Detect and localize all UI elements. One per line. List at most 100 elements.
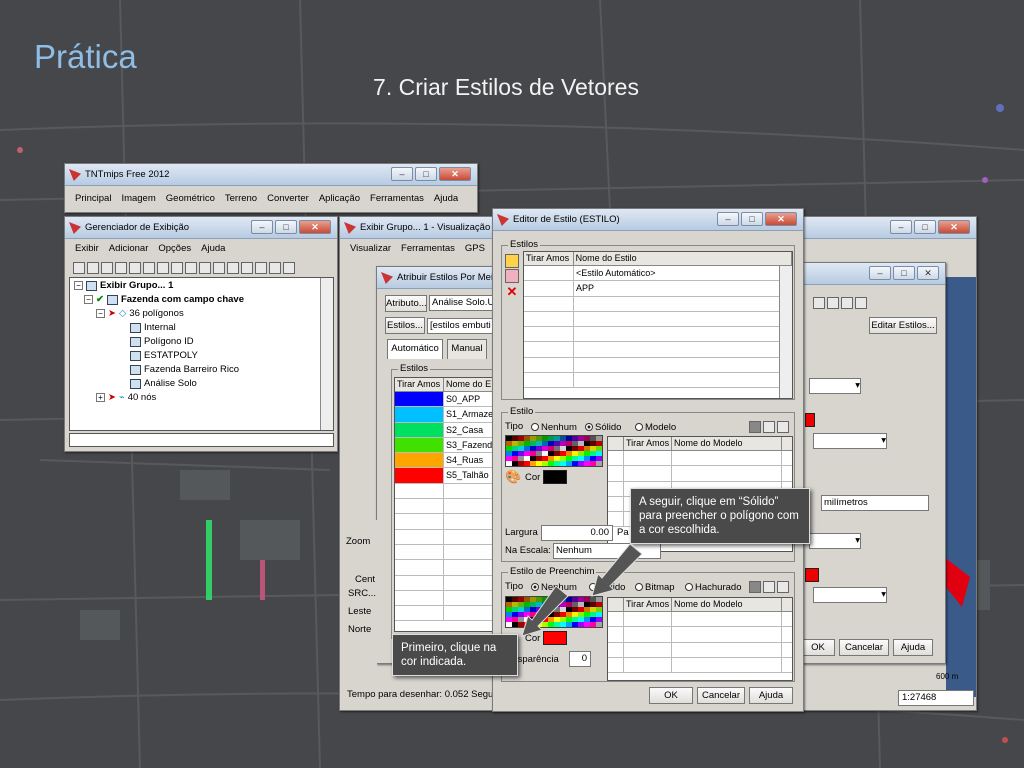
checkmark-icon[interactable]: ✔	[96, 294, 104, 305]
radio-icon[interactable]	[585, 423, 593, 432]
table-row[interactable]: S2_Casa	[395, 422, 498, 438]
legend-icon[interactable]	[283, 262, 295, 274]
maximize-button[interactable]: □	[415, 167, 437, 181]
maximize-button[interactable]: □	[275, 220, 297, 234]
menu-gps[interactable]: GPS	[465, 241, 485, 257]
radio-icon[interactable]	[531, 423, 539, 432]
line-color-palette[interactable]	[505, 435, 603, 467]
text-icon[interactable]	[269, 262, 281, 274]
menu-exibir[interactable]: Exibir	[75, 241, 99, 257]
palette-swatch[interactable]	[596, 461, 602, 466]
minimize-button[interactable]: –	[251, 220, 273, 234]
raster-icon[interactable]	[129, 262, 141, 274]
table-row[interactable]: S5_Talhão	[395, 468, 498, 484]
menu-ajuda[interactable]: Ajuda	[201, 241, 225, 257]
tree-layer[interactable]: Fazenda com campo chave	[121, 294, 244, 305]
ok-button[interactable]: OK	[801, 639, 835, 656]
style-select-1[interactable]: ▾	[809, 378, 861, 394]
minimize-button[interactable]: –	[717, 212, 739, 226]
tab-manual[interactable]: Manual	[447, 339, 487, 359]
tree-fazenda[interactable]: Fazenda Barreiro Rico	[144, 364, 239, 375]
add-layer-icon[interactable]	[157, 262, 169, 274]
shape-icon[interactable]	[185, 262, 197, 274]
menu-terreno[interactable]: Terreno	[225, 191, 257, 207]
maximize-button[interactable]: □	[741, 212, 763, 226]
style-select-4[interactable]: ▾	[813, 587, 887, 603]
table-row[interactable]: S0_APP	[395, 392, 498, 408]
line-type-modelo[interactable]: Modelo	[635, 422, 676, 433]
help-button[interactable]: Ajuda	[749, 687, 793, 704]
table-row[interactable]: APP	[524, 281, 792, 297]
style-select-3[interactable]: ▾	[809, 533, 861, 549]
palette-icon[interactable]: 🎨	[505, 469, 521, 485]
copy-style-icon[interactable]	[505, 269, 519, 283]
open-icon[interactable]	[87, 262, 99, 274]
ok-button[interactable]: OK	[649, 687, 693, 704]
line-type-nenhum[interactable]: Nenhum	[531, 422, 577, 433]
page-icon[interactable]	[827, 297, 839, 309]
menu-imagem[interactable]: Imagem	[121, 191, 155, 207]
line-color-swatch[interactable]	[543, 470, 567, 484]
collapse-toggle[interactable]: −	[96, 309, 105, 318]
close-button[interactable]: ✕	[765, 212, 797, 226]
menu-adicionar[interactable]: Adicionar	[109, 241, 149, 257]
minimize-button[interactable]: –	[869, 266, 891, 280]
close-button[interactable]: ✕	[938, 220, 970, 234]
preview-icon[interactable]	[749, 581, 761, 593]
menu-ajuda[interactable]: Ajuda	[434, 191, 458, 207]
delete-style-icon[interactable]: ✕	[505, 285, 519, 299]
cad-icon[interactable]	[199, 262, 211, 274]
menu-ferramentas[interactable]: Ferramentas	[370, 191, 424, 207]
table-row[interactable]: <Estilo Automático>	[524, 266, 792, 282]
src-label[interactable]: SRC...	[348, 588, 376, 599]
attribute-button[interactable]: Atributo...	[385, 295, 427, 312]
styles-field[interactable]: [estilos embuti	[427, 318, 499, 334]
maximize-button[interactable]: □	[914, 220, 936, 234]
menu-geometrico[interactable]: Geométrico	[166, 191, 215, 207]
undo-icon[interactable]	[855, 297, 867, 309]
grid-icon[interactable]	[763, 421, 775, 433]
styles-button[interactable]: Estilos...	[385, 317, 425, 334]
clear-icon[interactable]	[777, 581, 789, 593]
preview-icon[interactable]	[749, 421, 761, 433]
transparency-field[interactable]: 0	[569, 651, 591, 667]
color-swatch-red-2[interactable]	[805, 568, 819, 582]
close-button[interactable]: ✕	[439, 167, 471, 181]
table-row[interactable]: S1_Armaze	[395, 407, 498, 423]
map-canvas[interactable]	[946, 277, 976, 697]
grid-icon[interactable]	[763, 581, 775, 593]
help-button[interactable]: Ajuda	[893, 639, 933, 656]
save-icon[interactable]	[841, 297, 853, 309]
new-icon[interactable]	[73, 262, 85, 274]
table-row[interactable]: S3_Fazend	[395, 437, 498, 454]
tree-polygon-id[interactable]: Polígono ID	[144, 336, 194, 347]
collapse-toggle[interactable]: −	[74, 281, 83, 290]
tree-internal[interactable]: Internal	[144, 322, 176, 333]
fill-type-hachurado[interactable]: Hachurado	[685, 582, 741, 593]
minimize-button[interactable]: –	[391, 167, 413, 181]
minimize-button[interactable]: –	[890, 220, 912, 234]
style-select-2[interactable]: ▾	[813, 433, 887, 449]
clear-icon[interactable]	[777, 421, 789, 433]
close-button[interactable]: ✕	[299, 220, 331, 234]
menu-principal[interactable]: Principal	[75, 191, 111, 207]
menu-visualizar[interactable]: Visualizar	[350, 241, 391, 257]
tin-icon[interactable]	[171, 262, 183, 274]
tree-analise-solo[interactable]: Análise Solo	[144, 378, 197, 389]
menu-aplicacao[interactable]: Aplicação	[319, 191, 360, 207]
cancel-button[interactable]: Cancelar	[839, 639, 889, 656]
scale-field[interactable]: 1:27468	[898, 690, 974, 706]
units-select[interactable]: milímetros	[821, 495, 929, 511]
tree-group[interactable]: Exibir Grupo... 1	[100, 280, 173, 291]
db-icon[interactable]	[241, 262, 253, 274]
style-list-scrollbar[interactable]	[779, 266, 792, 398]
vector-icon[interactable]	[143, 262, 155, 274]
color-swatch-red[interactable]	[805, 413, 815, 427]
table-row[interactable]: S4_Ruas	[395, 453, 498, 469]
layer-icon[interactable]	[115, 262, 127, 274]
maximize-button[interactable]: □	[893, 266, 915, 280]
expand-toggle[interactable]: +	[96, 393, 105, 402]
tab-automatico[interactable]: Automático	[387, 339, 443, 359]
menu-ferramentas[interactable]: Ferramentas	[401, 241, 455, 257]
map-icon[interactable]	[227, 262, 239, 274]
